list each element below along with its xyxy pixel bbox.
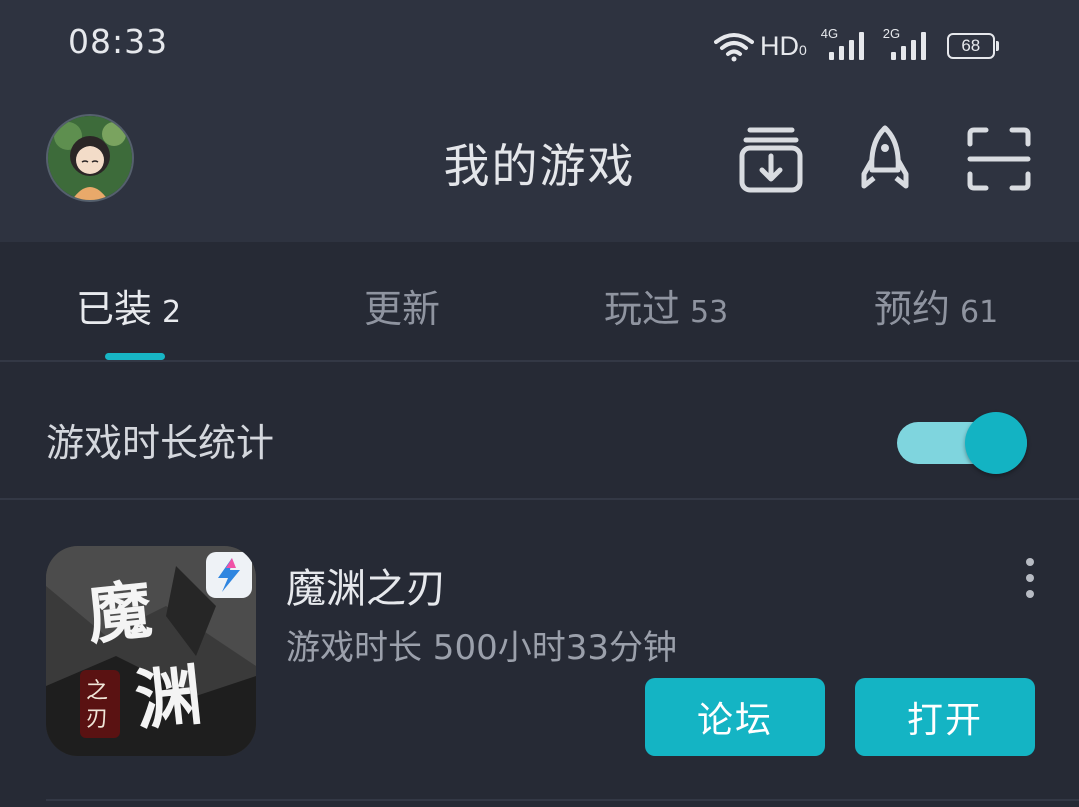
divider [46,799,1079,801]
svg-text:魔: 魔 [84,573,155,654]
status-icons: HD0 4G 2G 68 [714,26,999,66]
svg-text:渊: 渊 [132,655,206,739]
svg-text:之: 之 [86,679,108,704]
forum-button[interactable]: 论坛 [645,678,825,756]
scan-icon[interactable] [966,124,1032,194]
battery-level: 68 [961,36,981,55]
signal-4g-icon: 4G [821,26,869,64]
game-list-item: 魔 渊 之 刃 魔渊之刃 游戏时长 500小时33分钟 论坛 打开 [0,500,1079,807]
tab-bar: 已装 2 更新 玩过 53 预约 61 [0,244,1079,362]
game-name[interactable]: 魔渊之刃 [286,556,446,614]
tab-played[interactable]: 玩过 53 [604,278,728,333]
svg-text:刃: 刃 [86,707,108,732]
battery-icon: 68 [946,33,999,59]
game-icon[interactable]: 魔 渊 之 刃 [46,546,256,756]
more-options-icon[interactable] [1018,558,1042,598]
playtime-stats-row: 游戏时长统计 [0,362,1079,500]
rocket-icon[interactable] [852,124,918,194]
tab-updates[interactable]: 更新 [364,278,440,333]
signal-2g-icon: 2G [883,26,931,64]
open-button[interactable]: 打开 [855,678,1035,756]
game-playtime: 游戏时长 500小时33分钟 [286,628,677,668]
hd-indicator: HD0 [760,30,807,61]
playtime-stats-toggle[interactable] [897,412,1031,474]
active-tab-indicator [105,353,165,360]
status-time: 08:33 [68,22,169,61]
tab-reserved[interactable]: 预约 61 [874,278,998,333]
download-icon[interactable] [738,124,804,194]
playtime-stats-label: 游戏时长统计 [46,421,275,465]
wifi-icon [714,33,754,62]
tab-installed[interactable]: 已装 2 [76,278,181,333]
